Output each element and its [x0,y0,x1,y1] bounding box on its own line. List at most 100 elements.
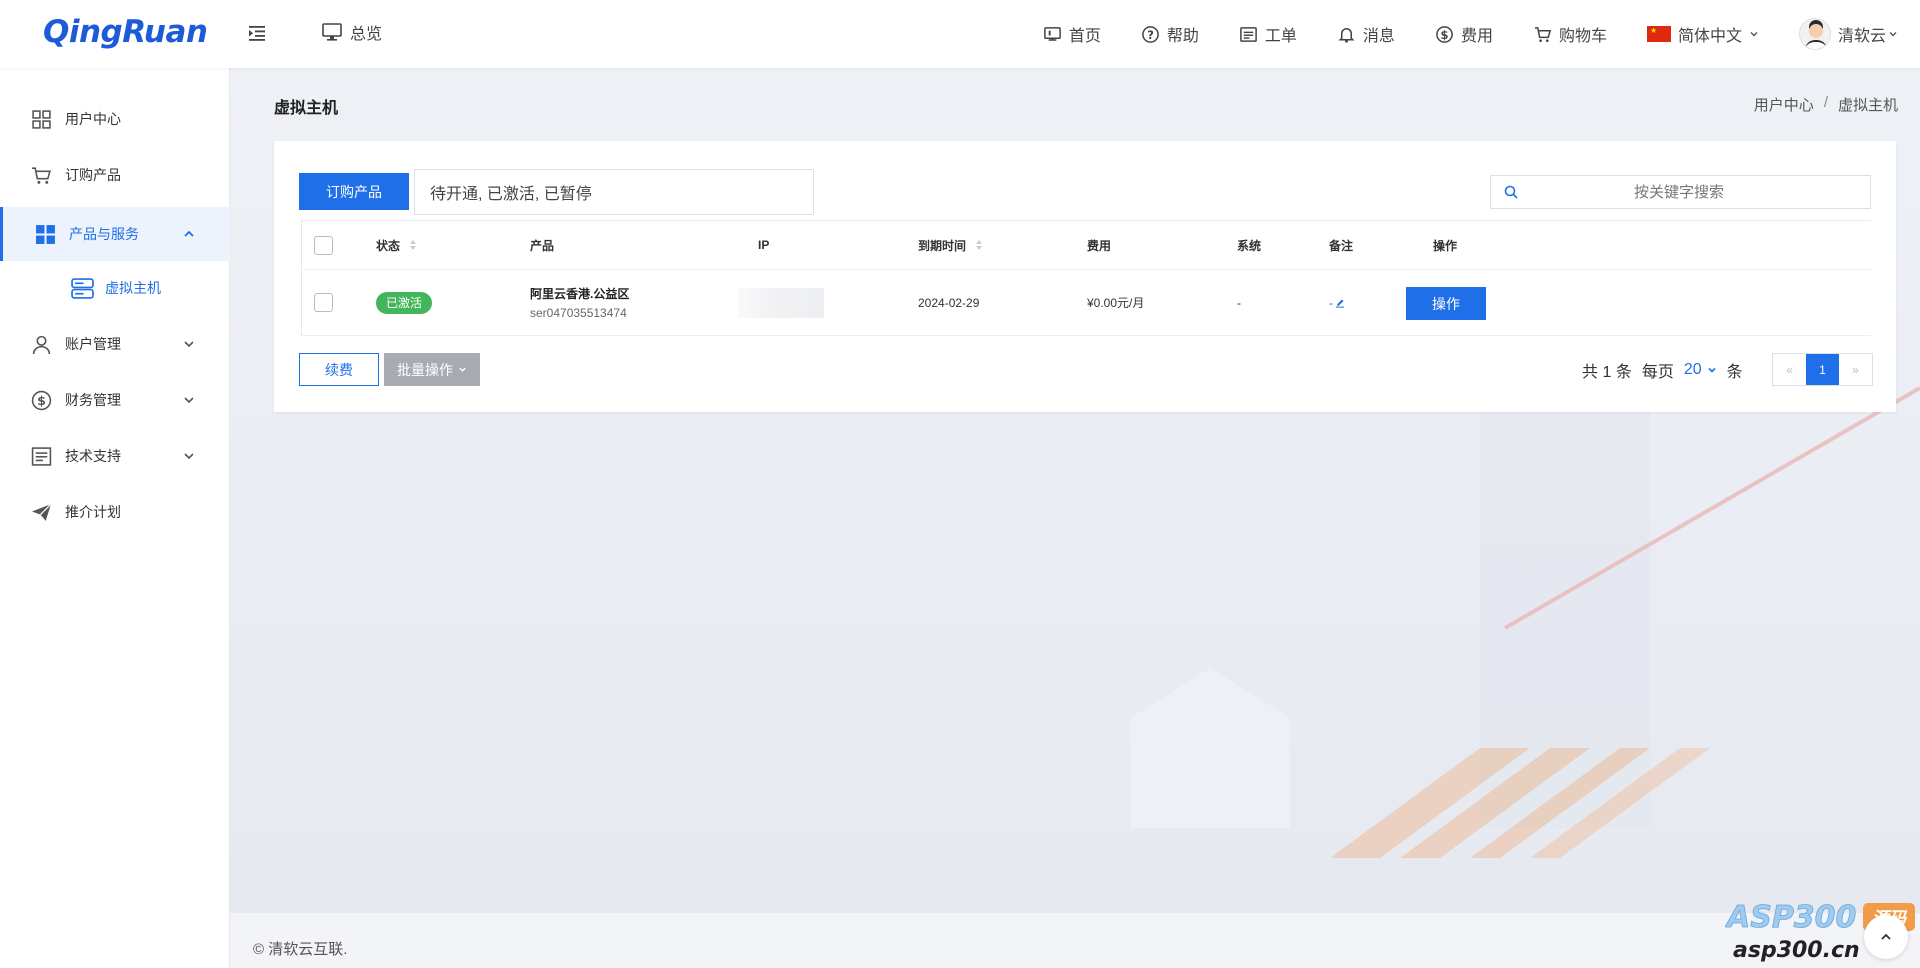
column-status[interactable]: 状态 [376,221,417,269]
sort-icon[interactable] [410,240,417,250]
user-name: 清软云 [1837,28,1886,45]
sidebar-item-label: 技术支持 [65,448,121,464]
product-name[interactable]: 阿里云香港.公益区 [530,285,629,302]
sidebar-item-support[interactable]: 技术支持 [0,429,230,483]
chevron-down-icon [184,453,194,460]
svg-text:$: $ [1440,27,1448,41]
next-page-button[interactable]: » [1839,354,1872,385]
ip-redacted [738,287,824,318]
page-1-button[interactable]: 1 [1806,354,1839,385]
apps-icon [36,224,55,244]
footer [230,913,1920,968]
chevron-up-icon [184,230,194,237]
breadcrumb: 用户中心 / 虚拟主机 [1754,94,1898,115]
total-prefix: 共 [1582,363,1599,381]
prev-page-button[interactable]: « [1773,354,1806,385]
nav-messages[interactable]: 消息 [1337,22,1395,46]
sidebar-item-referral[interactable]: 推介计划 [0,485,230,539]
pagination-info: 共 1 条 每页 20 条 [1582,353,1743,386]
cart-icon [32,166,51,184]
sidebar-item-label: 产品与服务 [69,226,139,242]
collapse-menu-icon[interactable] [246,22,268,44]
ip-cell [738,270,824,335]
status-cell: 已激活 [376,270,433,335]
server-icon [71,277,94,299]
sidebar-item-label: 财务管理 [65,392,121,408]
per-page-suffix: 条 [1726,363,1743,381]
language-selector[interactable]: 简体中文 [1646,22,1759,46]
top-header: QingRuan 总览 首页 ? 帮助 工单 消息 $ 费用 购物车 ★ 简体中… [0,0,1920,68]
sidebar-item-order-product[interactable]: 订购产品 [0,148,230,202]
batch-label: 批量操作 [397,361,453,378]
page-title: 虚拟主机 [274,100,339,117]
user-icon [32,335,51,354]
document-icon [31,446,52,466]
user-menu[interactable]: 清软云 [1798,18,1898,50]
operation-button[interactable]: 操作 [1406,287,1486,320]
chevron-down-icon [459,367,466,372]
sidebar-item-virtual-host[interactable]: 虚拟主机 [0,261,230,315]
overview-link[interactable]: 总览 [322,20,382,44]
nav-messages-label: 消息 [1362,28,1395,45]
sidebar-item-products-services[interactable]: 产品与服务 [0,207,230,261]
nav-billing[interactable]: $ 费用 [1435,22,1493,46]
nav-ticket[interactable]: 工单 [1239,22,1297,46]
expire-cell: 2024-02-29 [918,295,980,310]
column-label: 到期时间 [918,238,967,253]
order-product-button[interactable]: 订购产品 [299,173,409,210]
sidebar-item-user-center[interactable]: 用户中心 [0,92,230,146]
status-filter-select[interactable]: 待开通, 已激活, 已暂停 [414,169,814,215]
column-product: 产品 [530,238,555,253]
cart-icon [1534,26,1552,42]
search-input[interactable] [1518,183,1870,201]
sidebar: 用户中心 订购产品 产品与服务 虚拟主机 账户管理 $ 财务管理 技术支持 推介… [0,68,230,968]
row-select-cell [314,270,333,335]
nav-help-label: 帮助 [1166,28,1199,45]
select-all-checkbox[interactable] [314,235,333,255]
sidebar-item-finance[interactable]: $ 财务管理 [0,373,230,427]
sort-icon[interactable] [976,240,983,250]
send-icon [32,503,52,521]
batch-operation-button[interactable]: 批量操作 [384,353,480,386]
renew-button[interactable]: 续费 [299,353,379,386]
product-id: ser047035513474 [530,306,627,320]
column-action: 操作 [1433,238,1458,253]
sidebar-item-label: 账户管理 [65,336,121,352]
top-navigation: 首页 ? 帮助 工单 消息 $ 费用 购物车 简体中文 清软云 [1003,0,1898,68]
column-label: 状态 [376,238,401,253]
breadcrumb-current: 虚拟主机 [1837,97,1898,114]
chevron-down-icon [1889,32,1897,37]
chevron-up-icon [1881,933,1891,940]
search-icon [1504,185,1518,199]
nav-home[interactable]: 首页 [1043,22,1101,46]
column-expire[interactable]: 到期时间 [918,221,983,269]
ticket-icon [1240,26,1257,42]
breadcrumb-user-center[interactable]: 用户中心 [1754,94,1814,115]
edit-note-link[interactable]: - [1329,296,1345,310]
back-to-top-button[interactable] [1864,915,1908,959]
total-count: 共 1 条 [1582,358,1632,382]
nav-home-label: 首页 [1068,28,1101,45]
nav-cart[interactable]: 购物车 [1533,22,1607,46]
fee-cell: ¥0.00元/月 [1087,296,1145,310]
search-box [1490,175,1871,209]
chevron-down-icon [184,397,194,404]
bell-icon [1338,27,1355,43]
status-badge: 已激活 [376,291,433,314]
total-suffix: 条 [1615,363,1632,381]
overview-label: 总览 [350,26,383,43]
monitor-home-icon [1044,26,1061,41]
nav-help[interactable]: ? 帮助 [1141,22,1199,46]
note-value: - [1329,295,1333,310]
svg-text:$: $ [37,393,46,408]
logo[interactable]: QingRuan [43,14,208,50]
per-page-select[interactable]: 20 [1684,361,1717,379]
chevron-down-icon [1708,367,1716,373]
help-circle-icon: ? [1142,25,1159,43]
column-os: 系统 [1237,238,1262,253]
per-page-label: 每页 [1641,363,1674,381]
grid-icon [32,109,51,129]
row-checkbox[interactable] [314,293,333,312]
sidebar-item-account[interactable]: 账户管理 [0,317,230,371]
edit-icon [1336,299,1344,308]
